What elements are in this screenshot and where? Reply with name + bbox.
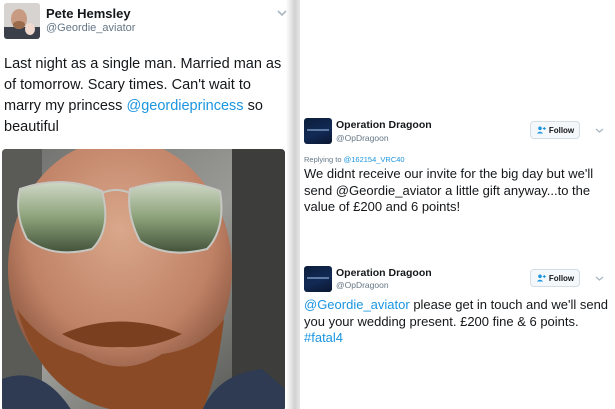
- mention-link[interactable]: @162154_VRC40: [344, 155, 405, 164]
- follow-person-icon: [536, 274, 546, 282]
- author-name[interactable]: Operation Dragoon: [336, 119, 432, 131]
- author-name[interactable]: Operation Dragoon: [336, 267, 432, 279]
- hashtag-link[interactable]: #fatal4: [304, 330, 343, 345]
- mention-link[interactable]: @geordieprincess: [126, 98, 243, 114]
- avatar[interactable]: [304, 266, 332, 292]
- tweet-text: Last night as a single man. Married man …: [4, 54, 286, 138]
- mention-link[interactable]: @Geordie_aviator: [304, 297, 410, 312]
- left-tweet: Pete Hemsley @Geordie_aviator Last night…: [0, 0, 292, 409]
- chevron-down-icon[interactable]: [595, 275, 604, 282]
- avatar-logo: [307, 277, 329, 279]
- avatar[interactable]: [304, 118, 332, 144]
- replying-to: Replying to @162154_VRC40: [304, 155, 405, 164]
- follow-label: Follow: [548, 273, 575, 283]
- tweet-text: @Geordie_aviator please get in touch and…: [304, 297, 609, 347]
- tweet-photo[interactable]: [2, 149, 285, 409]
- replying-prefix: Replying to: [304, 155, 344, 164]
- follow-label: Follow: [548, 125, 575, 135]
- chevron-down-icon[interactable]: [595, 127, 604, 134]
- avatar-logo: [307, 129, 329, 131]
- avatar[interactable]: [4, 3, 40, 39]
- tweet-text: We didnt receive our invite for the big …: [304, 166, 594, 214]
- screenshot-composite: Pete Hemsley @Geordie_aviator Last night…: [0, 0, 615, 409]
- follow-person-icon: [536, 126, 546, 134]
- author-name[interactable]: Pete Hemsley: [46, 6, 131, 21]
- author-handle[interactable]: @Geordie_aviator: [46, 22, 135, 34]
- follow-button[interactable]: Follow: [530, 121, 580, 139]
- author-handle[interactable]: @OpDragoon: [336, 133, 389, 143]
- author-handle[interactable]: @OpDragoon: [336, 280, 389, 290]
- follow-button[interactable]: Follow: [530, 269, 580, 287]
- reply-thread: Operation Dragoon @OpDragoon Follow Repl…: [300, 0, 615, 409]
